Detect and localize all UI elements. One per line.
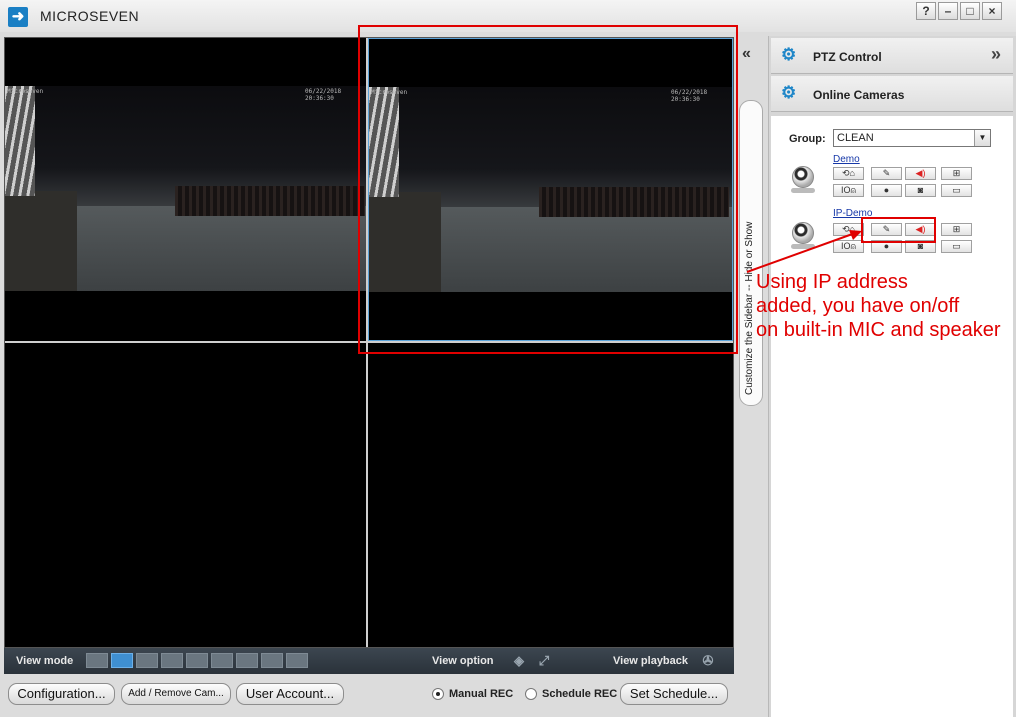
app-logo-icon: ➜ <box>8 7 28 27</box>
annotation-text: Using IP address added, you have on/off … <box>756 270 1001 342</box>
group-select-value: CLEAN <box>837 132 874 144</box>
layout-9-icon[interactable] <box>186 653 208 668</box>
manual-rec-option[interactable]: Manual REC <box>432 688 513 700</box>
layout-1-icon[interactable] <box>86 653 108 668</box>
minimize-button[interactable]: – <box>938 2 958 20</box>
maximize-button[interactable]: □ <box>960 2 980 20</box>
microphone-icon[interactable]: ✎ <box>871 167 902 180</box>
view-bar: View mode View option ◈ ⤢ View playback … <box>4 648 734 674</box>
online-cameras-list: Group: CLEAN ▼ Demo ⟲⌂ ✎ ◀) ⊞ IO⍝ ● ◙ ▭ … <box>771 116 1013 717</box>
online-cameras-header[interactable]: ⚙ Online Cameras <box>771 76 1013 112</box>
configuration-button[interactable]: Configuration... <box>8 683 115 705</box>
schedule-rec-label: Schedule REC <box>542 688 618 700</box>
layers-icon[interactable]: ◈ <box>511 653 527 668</box>
film-reel-icon[interactable]: ✇ <box>700 653 716 668</box>
help-button[interactable]: ? <box>916 2 936 20</box>
close-button[interactable]: × <box>982 2 1002 20</box>
bottom-toolbar: Configuration... Add / Remove Cam... Use… <box>0 676 768 717</box>
view-option-label: View option <box>432 655 494 667</box>
camera-feed-image <box>5 86 366 291</box>
layout-10-icon[interactable] <box>211 653 233 668</box>
annotation-line-2: added, you have on/off <box>756 295 960 317</box>
add-remove-camera-button[interactable]: Add / Remove Cam... <box>121 683 231 705</box>
layout-selector <box>86 653 308 668</box>
camera-name-link[interactable]: Demo <box>833 154 860 165</box>
osd-timestamp: 06/22/2018 20:36:30 <box>305 88 342 102</box>
layout-4-icon[interactable] <box>111 653 133 668</box>
record-icon[interactable]: ● <box>871 184 902 197</box>
customize-sidebar-label: Customize the Sidebar -- Hide or Show <box>744 221 755 395</box>
network-icon[interactable]: ⊞ <box>941 223 972 236</box>
right-panel: ⚙ PTZ Control » ⚙ Online Cameras Group: … <box>768 36 1016 717</box>
app-title: MICROSEVEN <box>40 8 140 24</box>
ptz-control-title: PTZ Control <box>813 50 882 64</box>
camera-avatar-icon <box>787 220 817 250</box>
manual-rec-radio[interactable] <box>432 688 444 700</box>
video-cell-3[interactable] <box>5 343 366 647</box>
manual-rec-label: Manual REC <box>449 688 514 700</box>
double-chevron-down-icon[interactable]: » <box>991 44 1001 65</box>
schedule-rec-radio[interactable] <box>525 688 537 700</box>
fullscreen-icon[interactable]: ⤢ <box>536 653 552 668</box>
stream-bar-icon[interactable]: ▭ <box>941 240 972 253</box>
view-playback-label: View playback <box>613 655 689 667</box>
ptz-patrol-icon[interactable]: ⟲⌂ <box>833 167 864 180</box>
video-cell-4[interactable] <box>368 343 733 647</box>
osd-camera-name: Microseven <box>7 88 44 95</box>
view-mode-label: View mode <box>16 655 74 667</box>
annotation-line-1: Using IP address <box>756 271 908 293</box>
ptz-patrol-icon[interactable]: ⟲⌂ <box>833 223 864 236</box>
group-select[interactable]: CLEAN ▼ <box>833 129 991 147</box>
io-alarm-icon[interactable]: IO⍝ <box>833 240 864 253</box>
gear-icon: ⚙ <box>781 45 797 64</box>
layout-13-icon[interactable] <box>236 653 258 668</box>
group-label: Group: <box>789 133 826 145</box>
camera-avatar-icon <box>787 164 817 194</box>
network-icon[interactable]: ⊞ <box>941 167 972 180</box>
layout-8-icon[interactable] <box>161 653 183 668</box>
layout-25-icon[interactable] <box>286 653 308 668</box>
layout-16-icon[interactable] <box>261 653 283 668</box>
io-alarm-icon[interactable]: IO⍝ <box>833 184 864 197</box>
highlight-box <box>358 25 738 354</box>
layout-6-icon[interactable] <box>136 653 158 668</box>
online-cameras-title: Online Cameras <box>813 88 905 102</box>
window-controls: ? – □ × <box>916 2 1002 20</box>
stream-bar-icon[interactable]: ▭ <box>941 184 972 197</box>
collapse-sidebar-icon[interactable]: « <box>742 45 751 63</box>
customize-sidebar-tab[interactable]: Customize the Sidebar -- Hide or Show <box>739 100 763 406</box>
speaker-icon[interactable]: ◀) <box>905 167 936 180</box>
set-schedule-button[interactable]: Set Schedule... <box>620 683 728 705</box>
snapshot-icon[interactable]: ◙ <box>905 184 936 197</box>
video-cell-1[interactable]: Microseven 06/22/2018 20:36:30 <box>5 38 366 341</box>
schedule-rec-option[interactable]: Schedule REC <box>525 688 617 700</box>
dropdown-arrow-icon: ▼ <box>974 130 990 146</box>
mic-speaker-highlight-box <box>861 217 936 243</box>
gear-icon: ⚙ <box>781 83 797 102</box>
ptz-control-header[interactable]: ⚙ PTZ Control » <box>771 38 1013 74</box>
user-account-button[interactable]: User Account... <box>236 683 344 705</box>
annotation-line-3: on built-in MIC and speaker <box>756 319 1001 341</box>
